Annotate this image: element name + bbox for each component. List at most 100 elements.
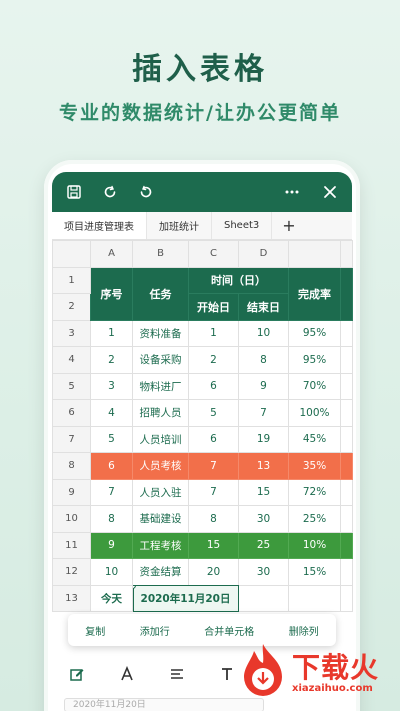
more-icon[interactable] xyxy=(282,182,302,202)
row-header[interactable]: 10 xyxy=(52,505,91,533)
header-end[interactable]: 结束日 xyxy=(238,293,289,321)
redo-icon[interactable] xyxy=(136,182,156,202)
cell-seq[interactable]: 9 xyxy=(90,531,133,559)
cell-end[interactable]: 7 xyxy=(238,399,289,427)
cell-start[interactable]: 7 xyxy=(188,478,239,506)
cell-seq[interactable]: 5 xyxy=(90,425,133,453)
row-header[interactable]: 1 xyxy=(52,266,91,294)
cell-rate[interactable]: 25% xyxy=(288,505,341,533)
header-time[interactable]: 时间（日） xyxy=(188,266,289,294)
align-icon[interactable] xyxy=(152,666,202,682)
close-icon[interactable] xyxy=(320,182,340,202)
row-header[interactable]: 12 xyxy=(52,558,91,586)
cell-seq[interactable]: 4 xyxy=(90,399,133,427)
column-header-e[interactable] xyxy=(288,240,341,268)
cell-start[interactable]: 8 xyxy=(188,505,239,533)
column-header-c[interactable]: C xyxy=(188,240,239,268)
formula-input[interactable]: 2020年11月20日 xyxy=(64,698,264,711)
row-header[interactable]: 2 xyxy=(52,293,91,321)
cell-start[interactable]: 2 xyxy=(188,346,239,374)
header-extra[interactable] xyxy=(340,266,353,321)
cell-seq[interactable]: 1 xyxy=(90,319,133,347)
menu-item-add-row[interactable]: 添加行 xyxy=(140,623,170,638)
cell-rate[interactable]: 95% xyxy=(288,319,341,347)
font-icon[interactable] xyxy=(102,666,152,682)
cell-task[interactable]: 资料准备 xyxy=(132,319,189,347)
row-header[interactable]: 9 xyxy=(52,478,91,506)
cell-end[interactable]: 30 xyxy=(238,558,289,586)
header-task[interactable]: 任务 xyxy=(132,266,189,321)
column-header-f[interactable] xyxy=(340,240,353,268)
cell-rate[interactable]: 95% xyxy=(288,346,341,374)
cell-seq[interactable]: 8 xyxy=(90,505,133,533)
cell-extra[interactable] xyxy=(340,531,353,559)
cell-task[interactable]: 资金结算 xyxy=(132,558,189,586)
cell-end[interactable]: 30 xyxy=(238,505,289,533)
cell-extra[interactable] xyxy=(340,346,353,374)
cell-task[interactable]: 人员考核 xyxy=(132,452,189,480)
cell-seq[interactable]: 3 xyxy=(90,372,133,400)
cell-extra[interactable] xyxy=(340,558,353,586)
column-header-b[interactable]: B xyxy=(132,240,189,268)
cell-rate[interactable]: 10% xyxy=(288,531,341,559)
header-rate[interactable]: 完成率 xyxy=(288,266,341,321)
cell-task[interactable]: 物料进厂 xyxy=(132,372,189,400)
row-header[interactable]: 13 xyxy=(52,584,91,612)
cell-extra[interactable] xyxy=(340,452,353,480)
cell-start[interactable]: 7 xyxy=(188,452,239,480)
edit-icon[interactable] xyxy=(52,666,102,682)
row-header[interactable]: 5 xyxy=(52,372,91,400)
cell-rate[interactable]: 70% xyxy=(288,372,341,400)
cell-end[interactable]: 10 xyxy=(238,319,289,347)
cell-empty[interactable] xyxy=(340,584,353,612)
corner-cell[interactable] xyxy=(52,240,91,268)
undo-icon[interactable] xyxy=(100,182,120,202)
menu-item-copy[interactable]: 复制 xyxy=(85,623,105,638)
tab-sheet3[interactable]: Sheet3 xyxy=(212,212,273,239)
row-header[interactable]: 3 xyxy=(52,319,91,347)
cell-end[interactable]: 9 xyxy=(238,372,289,400)
cell-task[interactable]: 人员入驻 xyxy=(132,478,189,506)
cell-seq[interactable]: 10 xyxy=(90,558,133,586)
cell-end[interactable]: 15 xyxy=(238,478,289,506)
cell-task[interactable]: 工程考核 xyxy=(132,531,189,559)
header-start[interactable]: 开始日 xyxy=(188,293,239,321)
cell-today-label[interactable]: 今天 xyxy=(90,584,133,612)
cell-rate[interactable]: 72% xyxy=(288,478,341,506)
row-header[interactable]: 8 xyxy=(52,452,91,480)
cell-rate[interactable]: 100% xyxy=(288,399,341,427)
cell-task[interactable]: 人员培训 xyxy=(132,425,189,453)
add-sheet-button[interactable]: + xyxy=(272,212,305,239)
cell-extra[interactable] xyxy=(340,478,353,506)
column-header-a[interactable]: A xyxy=(90,240,133,268)
cell-seq[interactable]: 7 xyxy=(90,478,133,506)
cell-end[interactable]: 8 xyxy=(238,346,289,374)
cell-task[interactable]: 招聘人员 xyxy=(132,399,189,427)
cell-extra[interactable] xyxy=(340,319,353,347)
save-icon[interactable] xyxy=(64,182,84,202)
cell-extra[interactable] xyxy=(340,425,353,453)
cell-start[interactable]: 1 xyxy=(188,319,239,347)
cell-rate[interactable]: 35% xyxy=(288,452,341,480)
cell-extra[interactable] xyxy=(340,399,353,427)
cell-extra[interactable] xyxy=(340,372,353,400)
cell-rate[interactable]: 45% xyxy=(288,425,341,453)
cell-empty[interactable] xyxy=(288,584,341,612)
row-header[interactable]: 7 xyxy=(52,425,91,453)
cell-end[interactable]: 25 xyxy=(238,531,289,559)
cell-start[interactable]: 20 xyxy=(188,558,239,586)
tab-overtime[interactable]: 加班统计 xyxy=(147,212,212,239)
selected-cell-today-date[interactable]: 2020年11月20日 xyxy=(132,584,239,612)
cell-empty[interactable] xyxy=(238,584,289,612)
cell-extra[interactable] xyxy=(340,505,353,533)
cell-start[interactable]: 6 xyxy=(188,425,239,453)
cell-seq[interactable]: 2 xyxy=(90,346,133,374)
row-header[interactable]: 11 xyxy=(52,531,91,559)
cell-start[interactable]: 6 xyxy=(188,372,239,400)
tab-project-progress[interactable]: 项目进度管理表 xyxy=(52,212,147,239)
cell-task[interactable]: 基础建设 xyxy=(132,505,189,533)
row-header[interactable]: 6 xyxy=(52,399,91,427)
cell-start[interactable]: 5 xyxy=(188,399,239,427)
cell-rate[interactable]: 15% xyxy=(288,558,341,586)
cell-start[interactable]: 15 xyxy=(188,531,239,559)
